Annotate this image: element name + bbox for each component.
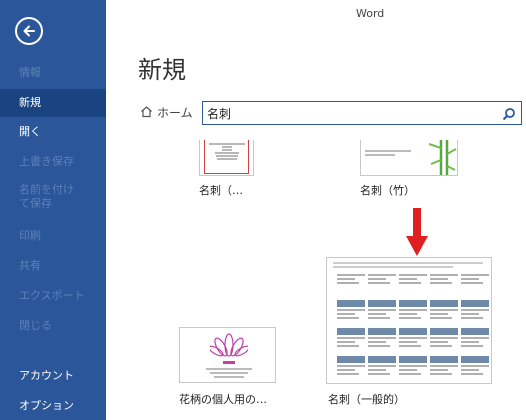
breadcrumb-home[interactable]: ホーム [140,104,193,121]
mini-card [461,300,489,319]
template-search-box[interactable] [202,101,522,125]
mini-card [461,328,489,347]
home-icon [140,105,153,121]
lotus-icon [210,333,248,357]
mini-card [337,328,365,347]
sidebar-item-new[interactable]: 新規 [0,89,106,117]
sidebar-item-print[interactable]: 印刷 [0,222,106,250]
sidebar-item-save-as[interactable]: 名前を付けて保存 [0,182,80,210]
mini-card [368,300,396,319]
mini-card [368,328,396,347]
sidebar-item-options[interactable]: オプション [0,392,106,420]
sidebar-item-close[interactable]: 閉じる [0,312,106,340]
bamboo-icon [428,140,457,175]
app-title: Word [356,7,385,20]
backstage-sidebar: 情報 新規 開く 上書き保存 名前を付けて保存 印刷 共有 エクスポート 閉じる… [0,0,106,420]
search-icon[interactable] [502,106,516,125]
template-label[interactable]: 名刺（一般的） [328,391,405,407]
sidebar-item-open[interactable]: 開く [0,118,106,146]
mini-card [337,272,365,284]
template-label[interactable]: 花柄の個人用の… [179,391,267,407]
mini-card [399,272,427,284]
mini-card [399,356,427,375]
sidebar-item-save[interactable]: 上書き保存 [0,148,106,176]
sidebar-item-account[interactable]: アカウント [0,362,106,390]
mini-card [368,272,396,284]
mini-card [461,272,489,284]
breadcrumb-home-label: ホーム [157,106,193,120]
back-arrow-icon[interactable] [15,17,43,45]
template-thumbnail-general[interactable] [326,257,492,384]
template-search-input[interactable] [207,104,492,122]
mini-card [337,300,365,319]
mini-card [368,356,396,375]
sidebar-item-info[interactable]: 情報 [0,59,106,87]
template-label[interactable]: 名刺（竹） [360,182,415,198]
sidebar-item-share[interactable]: 共有 [0,252,106,280]
template-thumbnail-bamboo[interactable] [360,140,458,176]
mini-card [337,356,365,375]
template-thumbnail-floral[interactable] [179,327,276,383]
mini-card [399,328,427,347]
red-down-arrow-icon [406,208,428,256]
mini-card [399,300,427,319]
mini-card [430,272,458,284]
template-label[interactable]: 名刺（… [199,182,243,198]
sidebar-item-export[interactable]: エクスポート [0,282,106,310]
template-thumbnail-meishi[interactable] [199,140,254,176]
mini-card [461,356,489,375]
mini-card [430,328,458,347]
mini-card [430,356,458,375]
page-title: 新規 [138,56,186,84]
mini-card [430,300,458,319]
